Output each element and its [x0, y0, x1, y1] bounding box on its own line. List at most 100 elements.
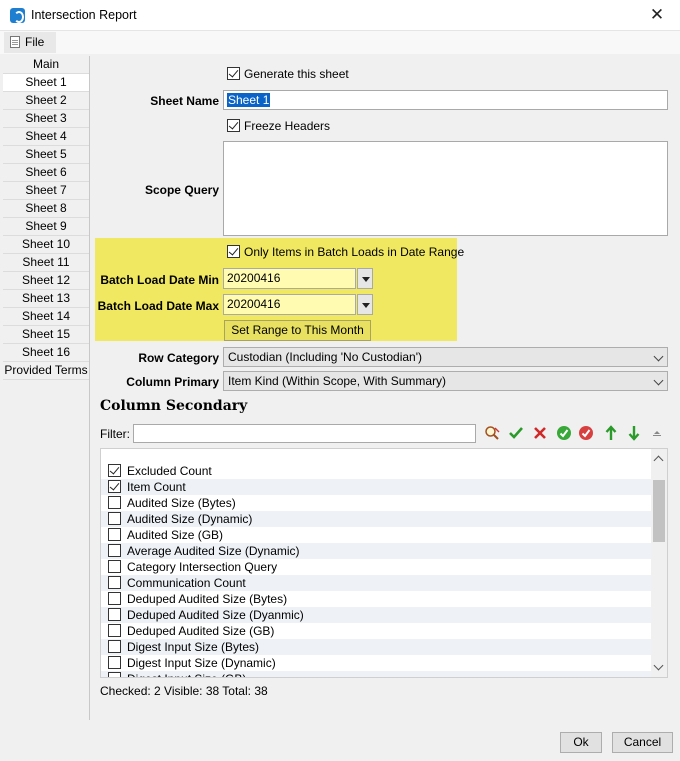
move-up-icon[interactable] [603, 425, 619, 441]
column-primary-select[interactable]: Item Kind (Within Scope, With Summary) [223, 371, 668, 391]
list-item[interactable]: Deduped Audited Size (GB) [101, 623, 652, 639]
freeze-headers-checkbox[interactable] [227, 119, 240, 132]
document-icon [10, 36, 20, 48]
column-primary-label: Column Primary [126, 375, 219, 389]
chevron-down-icon [653, 351, 664, 362]
scroll-down-icon[interactable] [653, 660, 664, 671]
set-range-button[interactable]: Set Range to This Month [224, 320, 371, 341]
list-item-checkbox[interactable] [108, 528, 121, 541]
date-max-input[interactable]: 20200416 [223, 294, 356, 315]
app-icon [10, 8, 25, 23]
list-item-checkbox[interactable] [108, 544, 121, 557]
check-icon[interactable] [508, 425, 524, 441]
sidebar-item-sheet-7[interactable]: Sheet 7 [3, 182, 89, 200]
list-item-label: Audited Size (Bytes) [127, 496, 236, 510]
freeze-headers-label: Freeze Headers [244, 119, 331, 133]
sidebar-item-provided-terms[interactable]: Provided Terms [3, 362, 89, 380]
date-max-dropdown-button[interactable] [357, 294, 373, 315]
list-item-label: Category Intersection Query [127, 560, 278, 574]
filter-input[interactable] [133, 424, 476, 443]
title-bar: Intersection Report ✕ [0, 0, 680, 31]
list-item-checkbox[interactable] [108, 624, 121, 637]
list-item[interactable]: Deduped Audited Size (Dyanmic) [101, 607, 652, 623]
file-menu[interactable]: File [4, 32, 56, 53]
row-category-select[interactable]: Custodian (Including 'No Custodian') [223, 347, 668, 367]
sidebar-item-sheet-5[interactable]: Sheet 5 [3, 146, 89, 164]
list-item-label: Deduped Audited Size (GB) [127, 624, 275, 638]
list-item[interactable]: Digest Input Size (GB) [101, 671, 652, 677]
list-item[interactable]: Deduped Audited Size (Bytes) [101, 591, 652, 607]
date-min-dropdown-button[interactable] [357, 268, 373, 289]
only-items-checkbox[interactable] [227, 245, 240, 258]
sheet-name-value: Sheet 1 [227, 93, 271, 107]
list-item-checkbox[interactable] [108, 576, 121, 589]
scope-query-textarea[interactable] [223, 141, 668, 236]
list-item[interactable]: Digest Input Size (Bytes) [101, 639, 652, 655]
list-item[interactable]: Audited Size (GB) [101, 527, 652, 543]
uncheck-all-icon[interactable] [578, 425, 594, 441]
scroll-up-icon[interactable] [653, 455, 664, 466]
scroll-thumb[interactable] [653, 480, 665, 542]
column-secondary-list[interactable]: Digest Input Size (GB) Digest Input Size … [100, 448, 668, 678]
date-max-label: Batch Load Date Max [97, 299, 219, 313]
list-item-checkbox[interactable] [108, 640, 121, 653]
list-item-label: Deduped Audited Size (Dyanmic) [127, 608, 304, 622]
sidebar-item-sheet-11[interactable]: Sheet 11 [3, 254, 89, 272]
sidebar-item-sheet-1[interactable]: Sheet 1 [3, 74, 89, 92]
list-item-checkbox[interactable] [108, 560, 121, 573]
list-item-checkbox[interactable] [108, 480, 121, 493]
list-item-label: Average Audited Size (Dynamic) [127, 544, 300, 558]
sidebar-item-sheet-2[interactable]: Sheet 2 [3, 92, 89, 110]
file-menu-label: File [25, 35, 45, 49]
date-min-input[interactable]: 20200416 [223, 268, 356, 289]
sidebar-item-sheet-12[interactable]: Sheet 12 [3, 272, 89, 290]
list-scrollbar[interactable] [651, 449, 667, 677]
row-category-value: Custodian (Including 'No Custodian') [228, 350, 423, 364]
sidebar-item-sheet-10[interactable]: Sheet 10 [3, 236, 89, 254]
sidebar-item-main[interactable]: Main [3, 56, 89, 74]
list-item[interactable]: Audited Size (Bytes) [101, 495, 652, 511]
sidebar-item-sheet-8[interactable]: Sheet 8 [3, 200, 89, 218]
list-item-checkbox[interactable] [108, 512, 121, 525]
list-item-label: Excluded Count [127, 464, 212, 478]
search-clear-icon[interactable] [484, 425, 500, 441]
sidebar-item-sheet-3[interactable]: Sheet 3 [3, 110, 89, 128]
sidebar-item-sheet-15[interactable]: Sheet 15 [3, 326, 89, 344]
list-item-checkbox[interactable] [108, 672, 121, 677]
list-item-checkbox[interactable] [108, 656, 121, 669]
cross-icon[interactable] [532, 425, 548, 441]
list-item[interactable]: Communication Count [101, 575, 652, 591]
list-status: Checked: 2 Visible: 38 Total: 38 [100, 684, 268, 698]
move-down-icon[interactable] [626, 425, 642, 441]
ok-button[interactable]: Ok [560, 732, 602, 753]
collapse-icon[interactable] [649, 425, 665, 441]
sidebar-item-sheet-9[interactable]: Sheet 9 [3, 218, 89, 236]
sidebar-item-sheet-14[interactable]: Sheet 14 [3, 308, 89, 326]
sidebar-item-sheet-13[interactable]: Sheet 13 [3, 290, 89, 308]
list-item-checkbox[interactable] [108, 592, 121, 605]
list-item[interactable]: Category Intersection Query [101, 559, 652, 575]
sidebar-item-sheet-4[interactable]: Sheet 4 [3, 128, 89, 146]
list-item[interactable]: Digest Input Size (Dynamic) [101, 655, 652, 671]
list-item[interactable]: Item Count [101, 479, 652, 495]
list-item-label: Digest Input Size (Bytes) [127, 640, 260, 654]
filter-label: Filter: [100, 427, 130, 441]
column-primary-value: Item Kind (Within Scope, With Summary) [228, 374, 447, 388]
sidebar-item-sheet-16[interactable]: Sheet 16 [3, 344, 89, 362]
sidebar-item-sheet-6[interactable]: Sheet 6 [3, 164, 89, 182]
chevron-down-icon [653, 375, 664, 386]
list-item-label: Communication Count [127, 576, 246, 590]
list-item-checkbox[interactable] [108, 608, 121, 621]
list-item[interactable]: Excluded Count [101, 463, 652, 479]
list-item-checkbox[interactable] [108, 496, 121, 509]
list-item-checkbox[interactable] [108, 464, 121, 477]
generate-sheet-checkbox[interactable] [227, 67, 240, 80]
list-item-label: Audited Size (GB) [127, 528, 224, 542]
list-item[interactable]: Average Audited Size (Dynamic) [101, 543, 652, 559]
close-icon[interactable]: ✕ [634, 0, 680, 31]
sheet-name-input[interactable]: Sheet 1 [223, 90, 668, 110]
list-item[interactable]: Audited Size (Dynamic) [101, 511, 652, 527]
list-item-label: Digest Input Size (Dynamic) [127, 656, 276, 670]
cancel-button[interactable]: Cancel [612, 732, 673, 753]
check-all-icon[interactable] [556, 425, 572, 441]
